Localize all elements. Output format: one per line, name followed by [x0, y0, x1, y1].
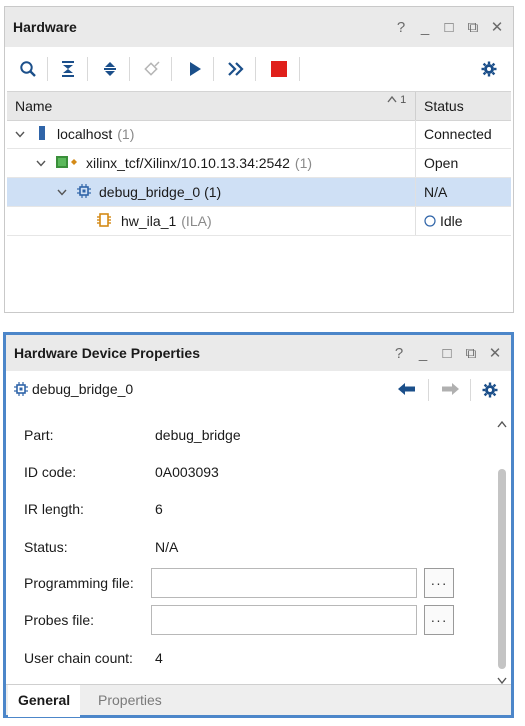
tree-row-count: (1)	[117, 126, 135, 142]
probes-file-label: Probes file:	[24, 612, 95, 628]
column-divider	[415, 149, 416, 177]
minimize-icon[interactable]: _	[417, 19, 433, 35]
float-icon[interactable]: ⧉	[463, 345, 479, 361]
id-code-label: ID code:	[24, 464, 77, 480]
tree-row-label: hw_ila_1	[121, 213, 177, 229]
status-text: Open	[424, 155, 459, 171]
id-code-value: 0A003093	[155, 464, 219, 480]
properties-subbar: debug_bridge_0	[6, 371, 511, 409]
tree-row-type: (ILA)	[181, 213, 212, 229]
properties-window-controls: ? _ □ ⧉ ✕	[391, 345, 503, 361]
chevron-down-icon[interactable]	[55, 185, 69, 199]
tree-row-target[interactable]: xilinx_tcf/Xilinx/10.10.13.34:2542 (1) O…	[7, 149, 511, 178]
toolbar-separator	[299, 57, 300, 81]
probes-file-browse-button[interactable]: ···	[424, 605, 454, 635]
hardware-title: Hardware	[13, 19, 77, 35]
scroll-up-icon[interactable]	[495, 417, 509, 431]
minimize-icon[interactable]: _	[415, 345, 431, 361]
scrollbar-thumb[interactable]	[498, 469, 506, 669]
run-icon[interactable]	[184, 58, 206, 80]
programming-file-label: Programming file:	[24, 575, 134, 591]
programming-file-browse-button[interactable]: ···	[424, 568, 454, 598]
chevron-down-icon[interactable]	[34, 156, 48, 170]
tree-row-label: debug_bridge_0 (1)	[99, 184, 222, 200]
column-header-status[interactable]: Status	[424, 98, 464, 114]
toolbar-separator	[255, 57, 256, 81]
help-icon[interactable]: ?	[391, 345, 407, 361]
forward-arrow-icon	[441, 382, 459, 399]
maximize-icon[interactable]: □	[439, 345, 455, 361]
status-text: Connected	[424, 126, 492, 142]
settings-icon[interactable]	[478, 58, 500, 80]
tree-row-debug-bridge[interactable]: debug_bridge_0 (1) N/A	[7, 178, 511, 207]
vertical-scrollbar[interactable]	[495, 413, 509, 685]
back-arrow-icon[interactable]	[398, 382, 416, 399]
ir-length-label: IR length:	[24, 501, 84, 517]
server-icon	[39, 125, 45, 143]
toolbar-separator	[428, 379, 429, 401]
ila-icon	[97, 212, 111, 230]
auto-connect-icon	[141, 58, 163, 80]
tab-properties[interactable]: Properties	[88, 685, 172, 715]
column-header-name[interactable]: Name	[15, 98, 52, 114]
status-value: N/A	[155, 539, 179, 555]
chip-icon	[14, 382, 28, 399]
collapse-all-icon[interactable]	[57, 58, 79, 80]
sort-indicator[interactable]: 1	[387, 94, 406, 106]
status-text: Idle	[440, 213, 463, 229]
part-label: Part:	[24, 427, 54, 443]
user-chain-count-value: 4	[155, 650, 163, 666]
run-all-icon[interactable]	[225, 58, 247, 80]
hardware-titlebar: Hardware ? _ □ ⧉ ✕	[5, 7, 513, 47]
hardware-device-properties-panel: Hardware Device Properties ? _ □ ⧉ ✕ deb…	[3, 332, 514, 718]
tree-row-localhost[interactable]: localhost (1) Connected	[7, 120, 511, 149]
search-icon[interactable]	[17, 58, 39, 80]
chip-icon	[77, 183, 91, 201]
column-divider	[415, 178, 416, 206]
settings-icon[interactable]	[482, 382, 498, 401]
toolbar-separator	[87, 57, 88, 81]
properties-list: Part: debug_bridge ID code: 0A003093 IR …	[6, 409, 493, 683]
close-icon[interactable]: ✕	[487, 345, 503, 361]
tree-row-hw-ila[interactable]: hw_ila_1 (ILA) Idle	[7, 207, 511, 236]
status-label: Status:	[24, 539, 68, 555]
help-icon[interactable]: ?	[393, 19, 409, 35]
hardware-window-controls: ? _ □ ⧉ ✕	[393, 19, 505, 35]
properties-title: Hardware Device Properties	[14, 345, 200, 361]
part-value: debug_bridge	[155, 427, 241, 443]
maximize-icon[interactable]: □	[441, 19, 457, 35]
tree-table-header: Name 1 Status	[7, 91, 511, 121]
float-icon[interactable]: ⧉	[465, 19, 481, 35]
properties-titlebar: Hardware Device Properties ? _ □ ⧉ ✕	[6, 335, 511, 371]
status-cell: Idle	[424, 213, 463, 229]
toolbar-separator	[129, 57, 130, 81]
tree-row-count: (1)	[294, 155, 313, 171]
sort-order-label: 1	[400, 94, 407, 106]
idle-circle-icon	[424, 215, 436, 227]
status-text: N/A	[424, 184, 448, 200]
chevron-down-icon[interactable]	[13, 127, 27, 141]
close-icon[interactable]: ✕	[489, 19, 505, 35]
ir-length-value: 6	[155, 501, 163, 517]
toolbar-separator	[470, 379, 471, 401]
tree-row-label: localhost	[57, 126, 113, 142]
device-name: debug_bridge_0	[32, 381, 134, 397]
probes-file-input[interactable]	[151, 605, 417, 635]
toolbar-separator	[213, 57, 214, 81]
tree-row-label: xilinx_tcf/Xilinx/10.10.13.34:2542	[86, 155, 290, 171]
properties-tabs: General Properties	[6, 684, 511, 717]
board-icon	[56, 155, 78, 171]
column-divider[interactable]	[415, 92, 416, 120]
expand-all-icon[interactable]	[99, 58, 121, 80]
user-chain-count-label: User chain count:	[24, 650, 133, 666]
stop-icon[interactable]	[268, 58, 290, 80]
column-divider	[415, 120, 416, 148]
hardware-panel: Hardware ? _ □ ⧉ ✕ Name 1 Status localho…	[4, 6, 514, 313]
hardware-toolbar	[5, 47, 513, 91]
toolbar-separator	[47, 57, 48, 81]
column-divider	[415, 207, 416, 235]
programming-file-input[interactable]	[151, 568, 417, 598]
toolbar-separator	[171, 57, 172, 81]
tab-general[interactable]: General	[8, 685, 81, 717]
